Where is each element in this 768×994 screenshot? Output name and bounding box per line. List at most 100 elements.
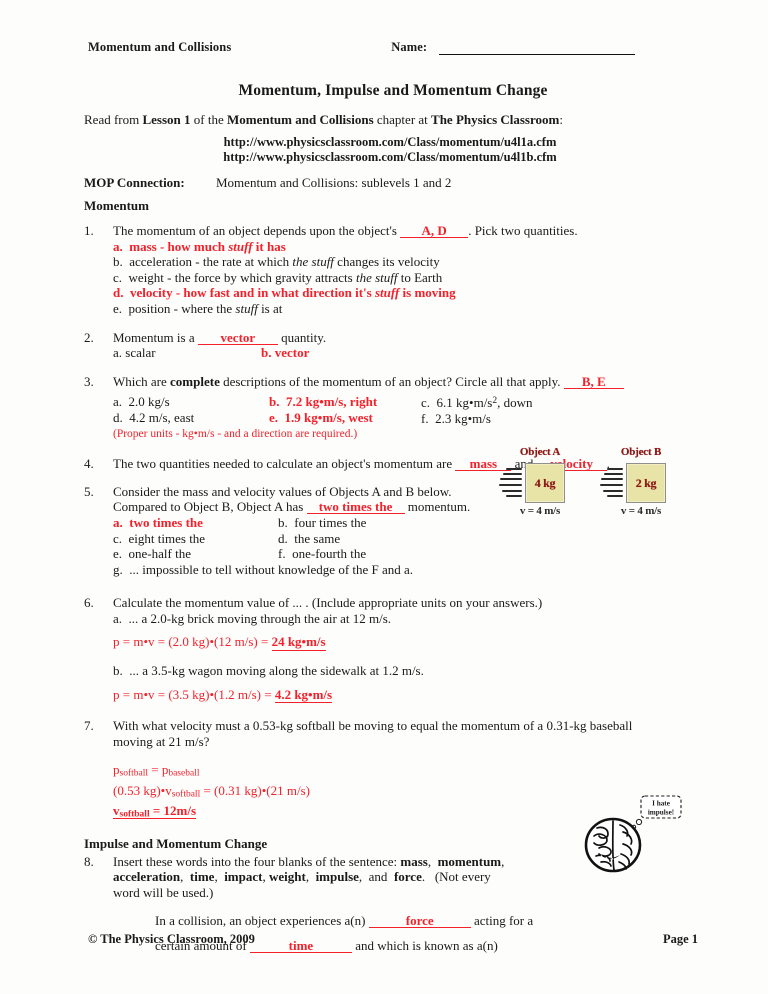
question-1-option-e[interactable]: e. position - where the stuff is at [113, 301, 698, 317]
option-italic: the stuff [292, 254, 334, 270]
option-text: 1.9 kg•m/s, west [284, 409, 373, 425]
question-3-option-a[interactable]: a. 2.0 kg/s [113, 394, 269, 410]
question-8-answer-blank-1[interactable]: force [368, 914, 471, 928]
read-from-post: : [559, 112, 563, 127]
question-1-option-b[interactable]: b. acceleration - the rate at which the … [113, 254, 698, 270]
option-letter: b. [113, 254, 123, 270]
name-label: Name: [391, 40, 428, 54]
option-text-pre: 2.3 kg•m/s [435, 410, 491, 426]
option-italic: stuff [235, 300, 258, 316]
read-from-mid: of the [190, 112, 227, 127]
cartoon-illustration: I hate impulse! [583, 792, 683, 876]
work-answer[interactable]: = 12m/s [150, 803, 196, 818]
question-2-stem-pre: Momentum is a [113, 329, 198, 345]
word-bank-item: force [393, 869, 422, 885]
question-3-option-d[interactable]: d. 4.2 m/s, east [113, 410, 269, 426]
option-italic: stuff [374, 285, 400, 301]
question-5-option-b[interactable]: b. four times the [278, 515, 366, 531]
question-3-option-e[interactable]: e. 1.9 kg•m/s, west [269, 410, 421, 426]
question-6: 6. Calculate the momentum value of ... .… [84, 595, 698, 704]
question-1-stem-post: . Pick two quantities. [468, 223, 578, 238]
question-6-number: 6. [84, 595, 94, 611]
option-letter: a. [113, 514, 123, 530]
brain-thinking-icon: I hate impulse! [584, 795, 682, 873]
question-5-option-e[interactable]: e. one-half the [113, 546, 278, 562]
option-letter: f. [421, 410, 429, 426]
question-3-number: 3. [84, 373, 94, 389]
question-5-option-f[interactable]: f. one-fourth the [278, 546, 366, 562]
option-text: one-half the [128, 546, 191, 562]
part-text: ... a 2.0-kg brick moving through the ai… [128, 610, 392, 626]
question-2-option-b[interactable]: b. vector [261, 345, 309, 361]
option-text-pre: mass - how much [129, 238, 229, 254]
question-2-option-a[interactable]: a. scalar [113, 345, 261, 361]
option-letter: c. [421, 395, 431, 411]
question-6-part-b-work: p = m•v = (3.5 kg)•(1.2 m/s) = 4.2 kg•m/… [113, 686, 698, 704]
work-operator: = [148, 762, 162, 778]
object-b-group: Object B 2 kg v = 4 m/s [598, 446, 684, 517]
option-italic: the stuff [355, 269, 398, 285]
object-a-mass-value: 4 kg [534, 475, 556, 490]
motion-lines-icon [499, 467, 523, 497]
option-text-post: changes its velocity [333, 254, 440, 270]
option-letter: b. [278, 514, 288, 530]
question-1-answer-blank[interactable]: A, D [400, 224, 469, 238]
question-5-option-a[interactable]: a. two times the [113, 515, 278, 531]
footer-copyright: © The Physics Classroom, 2009 [88, 932, 255, 946]
question-1-number: 1. [84, 223, 94, 238]
url-link-1[interactable]: http://www.physicsclassroom.com/Class/mo… [82, 135, 698, 150]
question-3-stem-mid: descriptions of the momentum of an objec… [219, 373, 564, 389]
question-6-part-b: b. ... a 3.5-kg wagon moving along the s… [113, 663, 698, 679]
question-5-option-g[interactable]: g. ... impossible to tell without knowle… [113, 562, 698, 578]
question-3-option-b[interactable]: b. 7.2 kg•m/s, right [269, 394, 421, 410]
question-5-option-d[interactable]: d. the same [278, 531, 366, 547]
work-subscript: softball [119, 809, 150, 820]
question-5-line-2-post: momentum. [404, 499, 471, 515]
question-1-option-a[interactable]: a. mass - how much stuff it has [113, 239, 698, 255]
motion-lines-icon [600, 467, 624, 497]
page-header: Momentum and Collisions Name: [88, 40, 698, 55]
question-8-line-3: word will be used.) [113, 884, 214, 900]
word-bank-item: momentum [437, 853, 502, 869]
question-2-number: 2. [84, 329, 94, 345]
footer-page-number: Page 1 [662, 932, 698, 946]
option-letter: d. [278, 530, 288, 546]
url-link-2[interactable]: http://www.physicsclassroom.com/Class/mo… [82, 150, 698, 165]
option-text: 4.2 m/s, east [129, 409, 195, 425]
work-answer[interactable]: 24 kg•m/s [271, 634, 326, 651]
cartoon-text-line-2: impulse! [648, 809, 674, 817]
option-text: the same [294, 530, 341, 546]
question-1-option-c[interactable]: c. weight - the force by which gravity a… [113, 270, 698, 286]
question-3-stem-pre: Which are [113, 373, 171, 389]
question-3-answer-blank[interactable]: B, E [563, 375, 624, 389]
word-bank-item: weight [268, 869, 306, 885]
question-5-option-c[interactable]: c. eight times the [113, 531, 278, 547]
word-bank-item: impact [224, 869, 263, 885]
option-text-pre: 6.1 kg•m/s [436, 395, 493, 411]
question-3-option-c[interactable]: c. 6.1 kg•m/s2, down [421, 394, 533, 411]
read-from-line: Read from Lesson 1 of the Momentum and C… [84, 112, 698, 128]
question-5-answer-blank[interactable]: two times the [306, 500, 405, 515]
work-answer[interactable]: 4.2 kg•m/s [274, 686, 333, 704]
name-input-rule[interactable] [439, 43, 636, 55]
option-letter: a. [113, 394, 123, 410]
option-text-pre: acceleration - the rate at which [129, 254, 293, 270]
question-3: 3. Which are complete descriptions of th… [84, 374, 698, 442]
option-text: four times the [294, 514, 367, 530]
page-footer: © The Physics Classroom, 2009 Page 1 [88, 932, 698, 947]
read-from-mid2: chapter at [373, 112, 432, 127]
question-1-option-d[interactable]: d. velocity - how fast and in what direc… [113, 285, 698, 301]
option-letter: a. [113, 238, 123, 254]
fill-1-post: acting for a [470, 912, 534, 928]
option-italic: stuff [228, 238, 253, 254]
work-subscript: baseball [168, 768, 200, 779]
question-3-option-f[interactable]: f. 2.3 kg•m/s [421, 411, 533, 427]
question-6-part-a: a. ... a 2.0-kg brick moving through the… [113, 611, 698, 627]
question-2-answer-blank[interactable]: vector [197, 331, 278, 345]
question-6-stem: Calculate the momentum value of ... . (I… [113, 595, 543, 611]
option-letter: g. [113, 561, 123, 577]
object-a-group: Object A 4 kg v = 4 m/s [497, 446, 583, 517]
word-bank-item: acceleration [113, 869, 181, 885]
question-5-line-2-pre: Compared to Object B, Object A has [113, 499, 307, 515]
question-3-stem-bold: complete [170, 373, 220, 389]
